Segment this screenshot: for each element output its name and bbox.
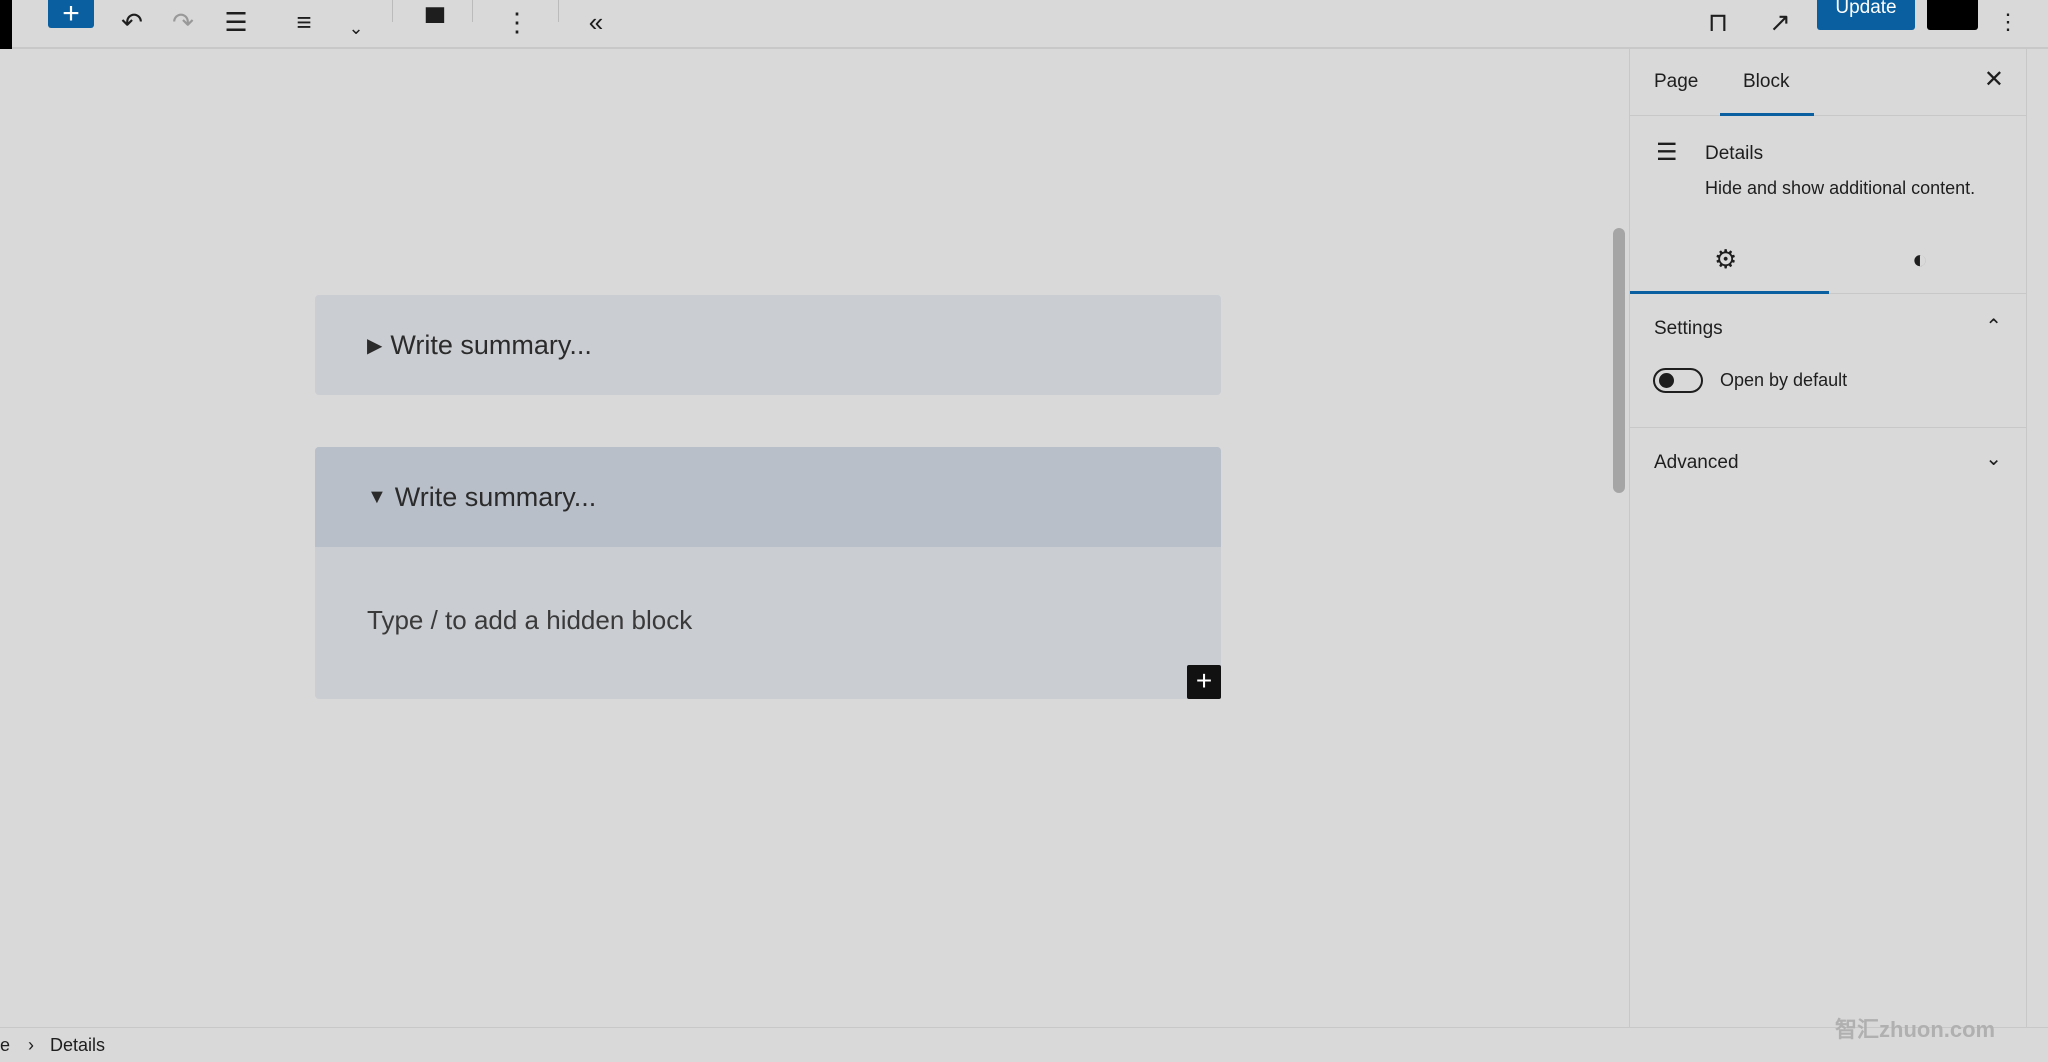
chevron-up-icon[interactable]: ⌃ <box>1985 314 2002 339</box>
block-description: Hide and show additional content. <box>1705 178 1976 198</box>
document-overview-icon[interactable]: ☰ <box>214 0 258 44</box>
toggle-label: Open by default <box>1720 370 1848 390</box>
close-icon[interactable]: ✕ <box>1984 65 2004 94</box>
expanded-triangle-icon: ▼ <box>367 485 387 508</box>
chevron-right-icon: › <box>28 1034 35 1055</box>
top-toolbar: + ↶ ↷ ☰ ≡ ⌄ ▀ ⋮ « ⊓ ↗ Update ⋮ <box>0 0 2048 49</box>
breadcrumb: e › Details <box>0 1027 2048 1062</box>
block-title: Details <box>1705 143 1764 164</box>
summary-text[interactable]: Write summary... <box>390 330 592 361</box>
watermark: 智汇zhuon.com <box>1835 1017 1996 1042</box>
settings-sidebar: Page Block ✕ ☰ Details Hide and show add… <box>1629 49 2027 1027</box>
gear-icon[interactable]: ⚙ <box>1714 244 1737 275</box>
details-summary[interactable]: ▶ Write summary... <box>315 295 1221 395</box>
add-block-inline-button[interactable]: + <box>1187 665 1221 699</box>
site-logo[interactable] <box>0 0 12 49</box>
canvas-scrollbar[interactable] <box>1613 228 1625 493</box>
advanced-panel[interactable]: Advanced ⌄ <box>1630 428 2026 496</box>
details-block[interactable]: ▶ Write summary... <box>315 295 1221 395</box>
breadcrumb-root[interactable]: e <box>0 1035 10 1056</box>
chevron-down-icon[interactable]: ⌄ <box>338 6 374 50</box>
settings-panel-toggle[interactable] <box>1927 0 1978 30</box>
editor-canvas: ▶ Write summary... ▼ Write summary... Type… <box>0 49 1610 1027</box>
redo-icon[interactable]: ↷ <box>163 0 203 44</box>
breadcrumb-details[interactable]: Details <box>50 1035 105 1056</box>
tab-page[interactable]: Page <box>1654 71 1698 93</box>
settings-title[interactable]: Settings <box>1654 318 1723 340</box>
align-text-icon[interactable]: ≡ <box>282 0 326 44</box>
preview-icon[interactable]: ⊓ <box>1698 0 1738 44</box>
view-post-icon[interactable]: ↗ <box>1760 0 1800 44</box>
chevron-down-icon[interactable]: ⌄ <box>1985 446 2002 471</box>
hidden-block-placeholder[interactable]: Type / to add a hidden block <box>315 547 1221 699</box>
collapsed-triangle-icon: ▶ <box>367 334 383 357</box>
open-by-default-toggle[interactable] <box>1653 368 1703 393</box>
advanced-title[interactable]: Advanced <box>1654 452 1739 474</box>
options-menu-icon[interactable]: ⋮ <box>1990 0 2026 44</box>
collapse-icon[interactable]: « <box>576 0 616 44</box>
more-options-icon[interactable]: ⋮ <box>500 0 534 44</box>
summary-text[interactable]: Write summary... <box>395 482 597 513</box>
tab-block[interactable]: Block <box>1743 71 1789 93</box>
styles-contrast-icon[interactable]: ◐ <box>1912 244 1928 275</box>
undo-icon[interactable]: ↶ <box>112 0 152 44</box>
update-button[interactable]: Update <box>1817 0 1915 30</box>
block-align-icon[interactable]: ▀ <box>415 0 455 44</box>
details-block-icon: ☰ <box>1656 139 1678 166</box>
details-block-open[interactable]: ▼ Write summary... Type / to add a hidden… <box>315 447 1221 699</box>
details-summary[interactable]: ▼ Write summary... <box>315 447 1221 547</box>
add-block-button[interactable]: + <box>48 0 94 29</box>
settings-panel: Settings ⌃ Open by default <box>1630 294 2026 428</box>
